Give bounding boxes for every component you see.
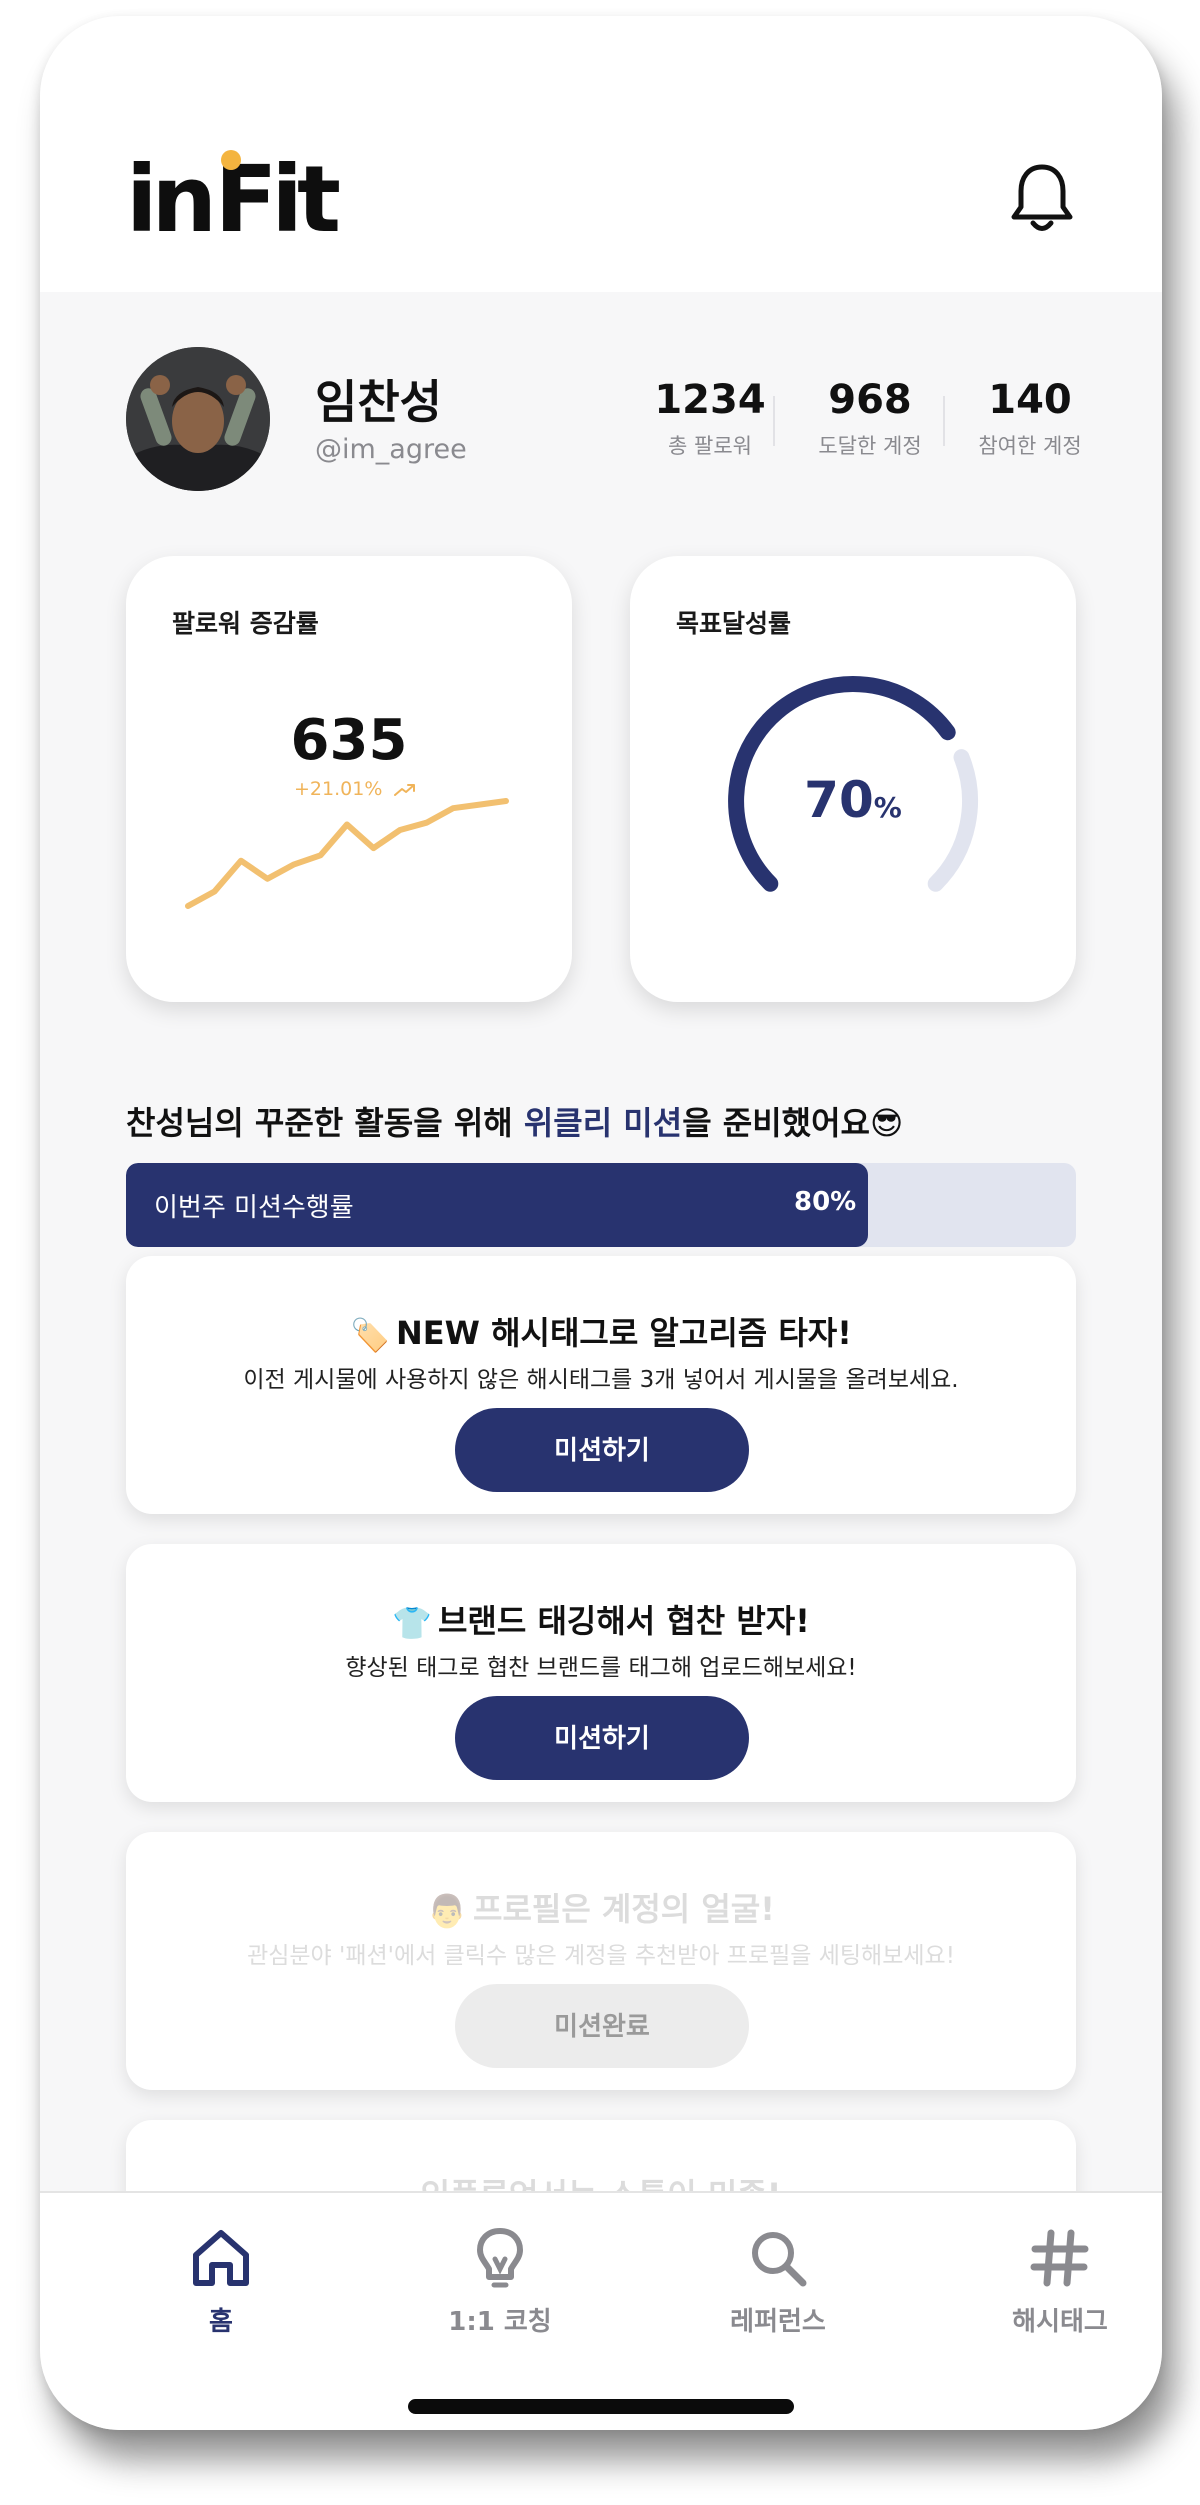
mission-title-text: 브랜드 태깅해서 협찬 받자! bbox=[437, 1602, 810, 1640]
lightbulb-icon bbox=[477, 2228, 523, 2288]
stat-value: 140 bbox=[988, 377, 1072, 423]
stat-engaged: 140 참여한 계정 bbox=[960, 378, 1100, 460]
mission-description: 향상된 태그로 협찬 브랜드를 태그해 업로드해보세요! bbox=[345, 1655, 857, 1681]
mission-title-text: NEW 해시태그로 알고리즘 타자! bbox=[396, 1314, 852, 1352]
goal-value: 70 bbox=[804, 771, 874, 829]
bottom-tab-bar: 홈 1:1 코칭 레퍼런스 해시태그 bbox=[40, 2191, 1162, 2430]
user-name: 임찬성 bbox=[315, 375, 442, 429]
stat-reached: 968 도달한 계정 bbox=[800, 378, 940, 460]
mission-complete-button: 미션완료 bbox=[455, 1984, 749, 2068]
goal-achievement-card[interactable]: 목표달성률 70% bbox=[630, 556, 1076, 1002]
mission-description: 관심분야 '패션'에서 클릭수 많은 계정을 추천받아 프로필을 세팅해보세요! bbox=[247, 1943, 955, 1969]
goal-unit: % bbox=[873, 791, 902, 824]
progress-label: 이번주 미션수행률 bbox=[154, 1193, 354, 1223]
progress-value: 80% bbox=[794, 1187, 857, 1217]
stat-label: 도달한 계정 bbox=[818, 434, 922, 458]
bell-icon[interactable] bbox=[1009, 161, 1075, 237]
hashtag-icon bbox=[1030, 2229, 1089, 2287]
home-icon bbox=[193, 2230, 249, 2286]
tab-coaching[interactable]: 1:1 코칭 bbox=[400, 2223, 600, 2338]
top-app-bar: inıFit bbox=[40, 16, 1162, 292]
follower-growth-card[interactable]: 팔로워 증감률 635 +21.01% bbox=[126, 556, 572, 1002]
goal-percent: 70% bbox=[630, 771, 1076, 829]
mission-start-button[interactable]: 미션하기 bbox=[455, 1696, 749, 1780]
tab-label: 1:1 코칭 bbox=[448, 2307, 552, 2337]
weekly-mission-headline: 찬성님의 꾸준한 활동을 위해 위클리 미션을 준비했어요😎 bbox=[126, 1098, 903, 1144]
tag-icon: 🏷️ bbox=[350, 1316, 391, 1354]
mission-title-text: 프로필은 계정의 얼굴! bbox=[473, 1890, 775, 1928]
stat-label: 총 팔로워 bbox=[668, 434, 752, 458]
mission-card-profile: 👨 프로필은 계정의 얼굴! 관심분야 '패션'에서 클릭수 많은 계정을 추천받… bbox=[126, 1832, 1076, 2090]
headline-prefix: 찬성님의 꾸준한 활동을 위해 bbox=[126, 1104, 524, 1142]
mission-start-button[interactable]: 미션하기 bbox=[455, 1408, 749, 1492]
sparkline-series bbox=[185, 798, 509, 909]
tab-label: 해시태그 bbox=[1012, 2307, 1108, 2337]
weekly-progress-bar: 이번주 미션수행률 80% bbox=[126, 1163, 1076, 1247]
mission-title: 👕 브랜드 태깅해서 협찬 받자! bbox=[126, 1596, 1076, 1642]
tab-label: 레퍼런스 bbox=[730, 2307, 826, 2337]
home-indicator bbox=[408, 2399, 794, 2414]
follower-sparkline bbox=[185, 798, 509, 909]
stat-value: 968 bbox=[828, 377, 912, 423]
person-icon: 👨 bbox=[427, 1892, 467, 1930]
user-handle: @im_agree bbox=[315, 434, 467, 465]
search-icon bbox=[752, 2232, 807, 2287]
tab-reference[interactable]: 레퍼런스 bbox=[678, 2223, 878, 2338]
divider bbox=[773, 396, 775, 446]
stat-label: 참여한 계정 bbox=[978, 434, 1082, 458]
mission-title: 👨 프로필은 계정의 얼굴! bbox=[126, 1884, 1076, 1930]
tab-label: 홈 bbox=[209, 2307, 233, 2337]
shirt-icon: 👕 bbox=[392, 1604, 432, 1642]
avatar[interactable] bbox=[126, 347, 270, 491]
headline-highlight: 위클리 미션 bbox=[523, 1104, 683, 1142]
divider bbox=[943, 396, 945, 446]
mission-description: 이전 게시물에 사용하지 않은 해시태그를 3개 넣어서 게시물을 올려보세요. bbox=[243, 1367, 959, 1393]
mission-title: 🏷️ NEW 해시태그로 알고리즘 타자! bbox=[126, 1308, 1076, 1354]
app-logo: inıFit bbox=[126, 146, 341, 253]
headline-suffix: 을 준비했어요😎 bbox=[682, 1104, 904, 1142]
mission-card-brand: 👕 브랜드 태깅해서 협찬 받자! 향상된 태그로 협찬 브랜드를 태그해 업로드… bbox=[126, 1544, 1076, 1802]
tab-hashtag[interactable]: 해시태그 bbox=[960, 2223, 1160, 2338]
tab-home[interactable]: 홈 bbox=[121, 2223, 321, 2338]
stat-value: 1234 bbox=[654, 377, 766, 423]
stat-followers: 1234 총 팔로워 bbox=[642, 378, 778, 460]
phone-screen: inıFit 임찬성 @im_agree 1234 총 팔로워 968 도달한 … bbox=[40, 16, 1162, 2430]
mission-card-hashtag: 🏷️ NEW 해시태그로 알고리즘 타자! 이전 게시물에 사용하지 않은 해시태… bbox=[126, 1256, 1076, 1514]
